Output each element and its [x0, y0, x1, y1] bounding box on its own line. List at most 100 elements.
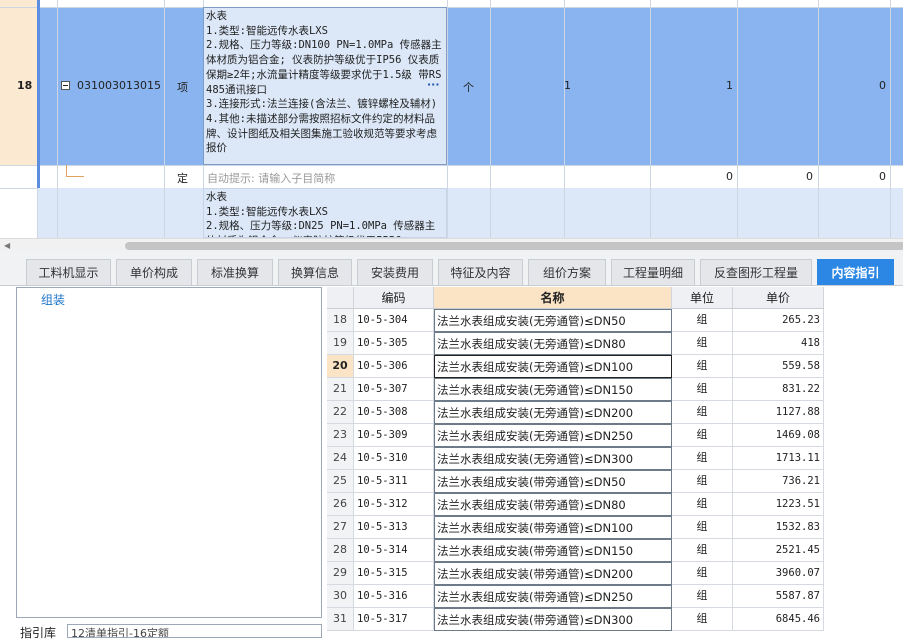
item-value[interactable]: 0 [879, 79, 886, 92]
quota-unit[interactable]: 组 [672, 539, 733, 562]
row-number[interactable]: 23 [327, 424, 354, 447]
row-number[interactable]: 30 [327, 585, 354, 608]
item-quantity-expr[interactable]: 1 [564, 79, 571, 92]
quota-price[interactable]: 1532.83 [733, 516, 824, 539]
tab-standard-conversion[interactable]: 标准换算 [197, 259, 273, 285]
quota-price[interactable]: 6845.46 [733, 608, 824, 631]
row-number[interactable]: 27 [327, 516, 354, 539]
quota-unit[interactable]: 组 [672, 355, 733, 378]
item-quantity[interactable]: 1 [726, 79, 733, 92]
table-row[interactable]: 31 10-5-317 法兰水表组成安装(带旁通管)≤DN300 组 6845.46 [327, 608, 824, 631]
table-row[interactable]: 23 10-5-309 法兰水表组成安装(无旁通管)≤DN250 组 1469.08 [327, 424, 824, 447]
item-code[interactable]: 031003013015 [77, 79, 161, 92]
row-number[interactable]: 22 [327, 401, 354, 424]
item-unit[interactable]: 个 [463, 79, 474, 95]
quota-unit[interactable]: 组 [672, 493, 733, 516]
quota-name[interactable]: 法兰水表组成安装(无旁通管)≤DN150 [434, 378, 672, 401]
quota-code[interactable]: 10-5-313 [354, 516, 434, 539]
tab-conversion-info[interactable]: 换算信息 [278, 259, 352, 285]
quota-price[interactable]: 736.21 [733, 470, 824, 493]
table-row[interactable]: 29 10-5-315 法兰水表组成安装(带旁通管)≤DN200 组 3960.07 [327, 562, 824, 585]
tab-unit-price-composition[interactable]: 单价构成 [116, 259, 192, 285]
quota-code[interactable]: 10-5-316 [354, 585, 434, 608]
row-number[interactable]: 18 [327, 309, 354, 332]
quota-unit[interactable]: 组 [672, 309, 733, 332]
column-header-name[interactable]: 名称 [434, 287, 672, 309]
quota-code[interactable]: 10-5-312 [354, 493, 434, 516]
table-row[interactable]: 27 10-5-313 法兰水表组成安装(带旁通管)≤DN100 组 1532.83 [327, 516, 824, 539]
table-row[interactable]: 21 10-5-307 法兰水表组成安装(无旁通管)≤DN150 组 831.22 [327, 378, 824, 401]
scrollbar-thumb[interactable] [125, 242, 903, 250]
quota-code[interactable]: 10-5-306 [354, 355, 434, 378]
tab-pricing-scheme[interactable]: 组价方案 [528, 259, 606, 285]
tab-material-machine[interactable]: 工料机显示 [26, 259, 111, 285]
item-type[interactable]: 项 [177, 79, 188, 95]
row-number[interactable]: 24 [327, 447, 354, 470]
quota-unit[interactable]: 组 [672, 424, 733, 447]
quota-unit[interactable]: 组 [672, 401, 733, 424]
quota-name[interactable]: 法兰水表组成安装(无旁通管)≤DN300 [434, 447, 672, 470]
quota-name[interactable]: 法兰水表组成安装(带旁通管)≤DN300 [434, 608, 672, 631]
quota-unit[interactable]: 组 [672, 447, 733, 470]
collapse-icon[interactable] [61, 81, 70, 90]
table-row[interactable]: 22 10-5-308 法兰水表组成安装(无旁通管)≤DN200 组 1127.88 [327, 401, 824, 424]
quota-code[interactable]: 10-5-310 [354, 447, 434, 470]
quota-unit[interactable]: 组 [672, 470, 733, 493]
table-row[interactable]: 19 10-5-305 法兰水表组成安装(无旁通管)≤DN80 组 418 [327, 332, 824, 355]
quota-unit[interactable]: 组 [672, 608, 733, 631]
sub-item-hint[interactable]: 自动提示: 请输入子目简称 [207, 170, 335, 186]
quota-name[interactable]: 法兰水表组成安装(无旁通管)≤DN100 [434, 355, 672, 378]
quota-code[interactable]: 10-5-308 [354, 401, 434, 424]
tree-item-assembly[interactable]: 组装 [41, 291, 65, 308]
row-number[interactable]: 25 [327, 470, 354, 493]
quota-name[interactable]: 法兰水表组成安装(无旁通管)≤DN50 [434, 309, 672, 332]
tab-features-content[interactable]: 特征及内容 [438, 259, 523, 285]
row-number[interactable]: 26 [327, 493, 354, 516]
scroll-left-icon[interactable]: ◀ [4, 241, 10, 250]
quota-code[interactable]: 10-5-314 [354, 539, 434, 562]
column-header-code[interactable]: 编码 [354, 287, 434, 309]
table-row[interactable]: 24 10-5-310 法兰水表组成安装(无旁通管)≤DN300 组 1713.11 [327, 447, 824, 470]
quota-unit[interactable]: 组 [672, 378, 733, 401]
row-number[interactable]: 21 [327, 378, 354, 401]
quota-price[interactable]: 1713.11 [733, 447, 824, 470]
quota-name[interactable]: 法兰水表组成安装(无旁通管)≤DN80 [434, 332, 672, 355]
quota-unit[interactable]: 组 [672, 516, 733, 539]
more-button[interactable]: ··· [427, 78, 440, 91]
column-header-price[interactable]: 单价 [733, 287, 824, 309]
quota-price[interactable]: 559.58 [733, 355, 824, 378]
quota-price[interactable]: 1469.08 [733, 424, 824, 447]
quota-price[interactable]: 831.22 [733, 378, 824, 401]
quota-code[interactable]: 10-5-305 [354, 332, 434, 355]
quota-code[interactable]: 10-5-311 [354, 470, 434, 493]
quota-code[interactable]: 10-5-315 [354, 562, 434, 585]
horizontal-scrollbar[interactable]: ◀ [0, 238, 903, 252]
quota-name[interactable]: 法兰水表组成安装(带旁通管)≤DN50 [434, 470, 672, 493]
row-number[interactable]: 31 [327, 608, 354, 631]
tab-install-fee[interactable]: 安装费用 [357, 259, 433, 285]
quota-name[interactable]: 法兰水表组成安装(带旁通管)≤DN250 [434, 585, 672, 608]
row-number[interactable]: 28 [327, 539, 354, 562]
quota-code[interactable]: 10-5-317 [354, 608, 434, 631]
guide-library-select[interactable]: 12清单指引-16定额 [67, 624, 322, 638]
quota-price[interactable]: 265.23 [733, 309, 824, 332]
quota-price[interactable]: 418 [733, 332, 824, 355]
table-row[interactable]: 20 10-5-306 法兰水表组成安装(无旁通管)≤DN100 组 559.58 [327, 355, 824, 378]
table-row[interactable]: 25 10-5-311 法兰水表组成安装(带旁通管)≤DN50 组 736.21 [327, 470, 824, 493]
sub-item-value-1[interactable]: 0 [726, 170, 733, 183]
sub-item-value-3[interactable]: 0 [879, 170, 886, 183]
quota-name[interactable]: 法兰水表组成安装(带旁通管)≤DN200 [434, 562, 672, 585]
table-row[interactable]: 26 10-5-312 法兰水表组成安装(带旁通管)≤DN80 组 1223.51 [327, 493, 824, 516]
quota-price[interactable]: 1127.88 [733, 401, 824, 424]
tab-content-guide[interactable]: 内容指引 [817, 259, 894, 285]
quota-name[interactable]: 法兰水表组成安装(带旁通管)≤DN80 [434, 493, 672, 516]
quota-unit[interactable]: 组 [672, 562, 733, 585]
quota-code[interactable]: 10-5-304 [354, 309, 434, 332]
table-row[interactable]: 28 10-5-314 法兰水表组成安装(带旁通管)≤DN150 组 2521.45 [327, 539, 824, 562]
table-row[interactable]: 30 10-5-316 法兰水表组成安装(带旁通管)≤DN250 组 5587.87 [327, 585, 824, 608]
tab-reverse-check-quantity[interactable]: 反查图形工程量 [700, 259, 812, 285]
quota-price[interactable]: 5587.87 [733, 585, 824, 608]
quota-name[interactable]: 法兰水表组成安装(无旁通管)≤DN200 [434, 401, 672, 424]
table-row[interactable]: 18 10-5-304 法兰水表组成安装(无旁通管)≤DN50 组 265.23 [327, 309, 824, 332]
quota-unit[interactable]: 组 [672, 585, 733, 608]
